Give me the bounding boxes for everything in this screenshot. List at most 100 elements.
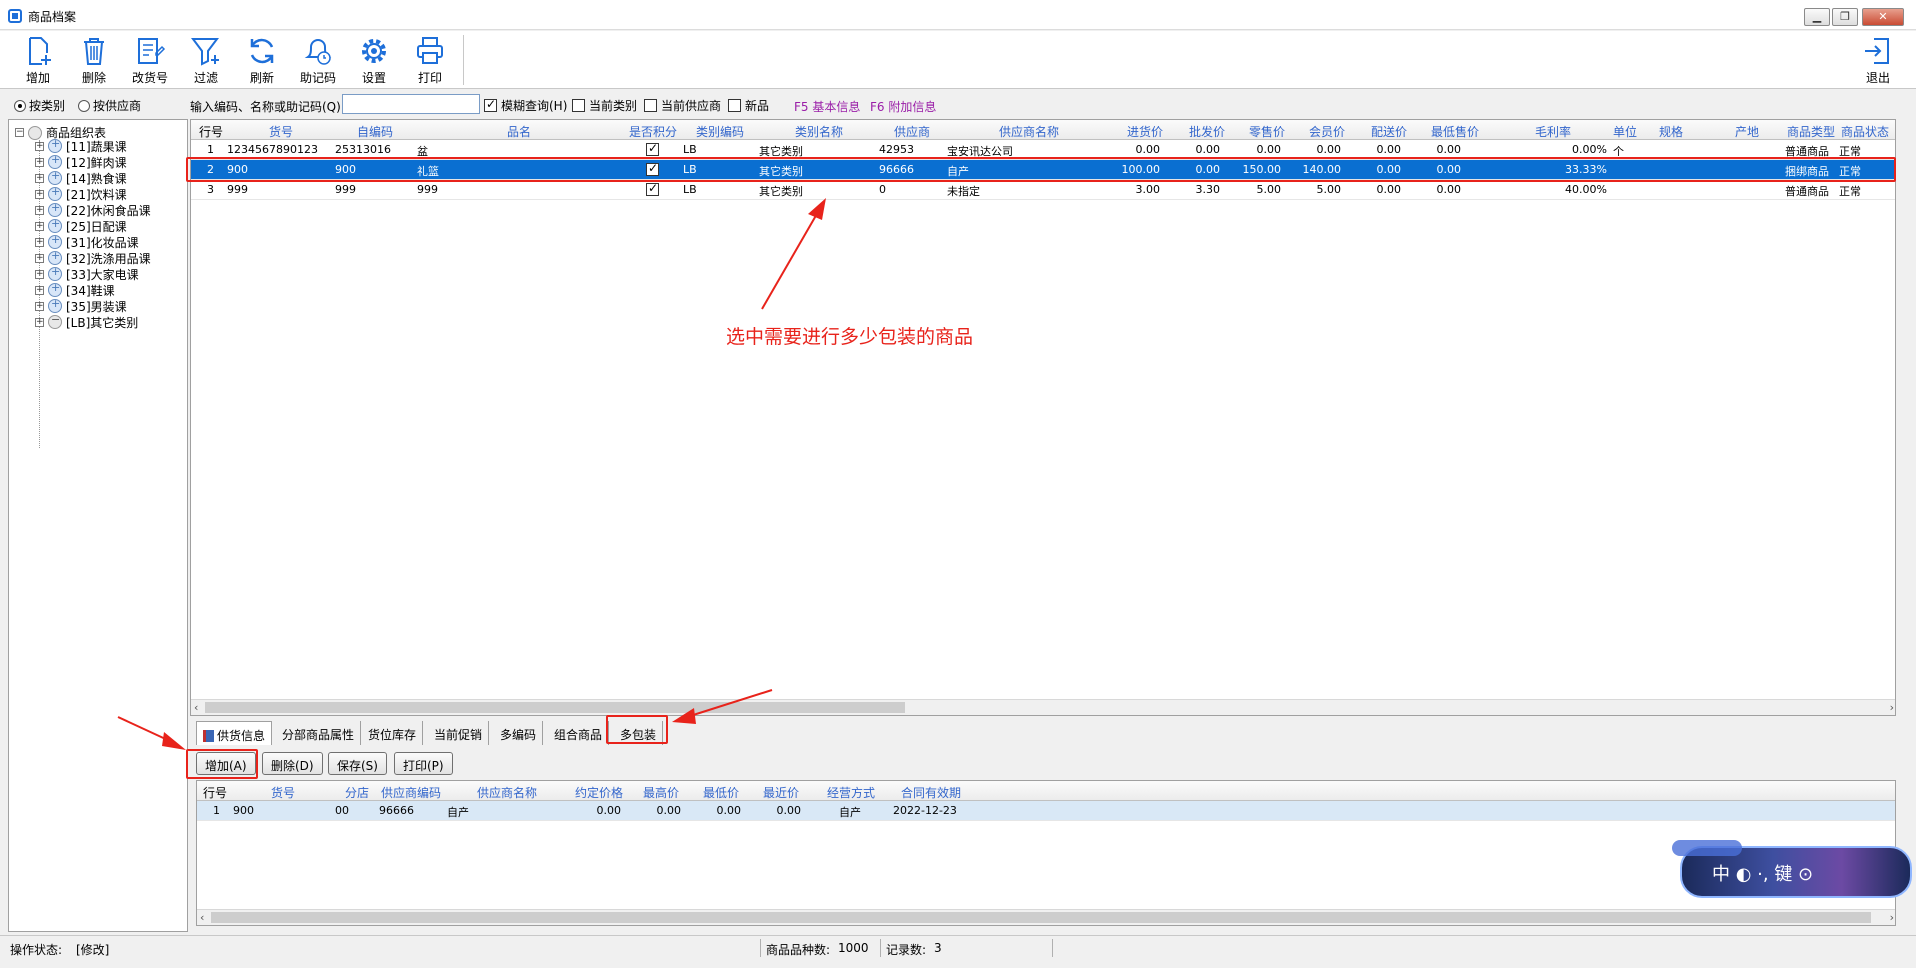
tree-item[interactable]: + [14]熟食课 bbox=[35, 169, 127, 186]
change-code-button[interactable]: 改货号 bbox=[124, 35, 176, 87]
col-header[interactable]: 行号 bbox=[199, 123, 223, 140]
col-header[interactable]: 货号 bbox=[271, 784, 295, 801]
tab-multi-code[interactable]: 多编码 bbox=[494, 721, 544, 745]
expand-icon[interactable]: + bbox=[35, 237, 44, 247]
col-header[interactable]: 批发价 bbox=[1189, 123, 1225, 140]
col-header[interactable]: 分店 bbox=[345, 784, 369, 801]
col-header[interactable]: 类别名称 bbox=[795, 123, 843, 140]
col-header[interactable]: 最低价 bbox=[703, 784, 739, 801]
col-header[interactable]: 配送价 bbox=[1371, 123, 1407, 140]
collapse-icon[interactable]: − bbox=[15, 128, 24, 137]
col-header[interactable]: 货号 bbox=[269, 123, 293, 140]
col-header[interactable]: 会员价 bbox=[1309, 123, 1345, 140]
expand-icon[interactable]: + bbox=[35, 285, 44, 295]
mnemonic-button[interactable]: 助记码 bbox=[292, 35, 344, 87]
current-supplier-checkbox[interactable]: 当前供应商 bbox=[644, 97, 721, 114]
filter-button[interactable]: 过滤 bbox=[180, 35, 232, 87]
maximize-button[interactable]: ❐ bbox=[1832, 8, 1858, 26]
tab-current-promotion[interactable]: 当前促销 bbox=[428, 721, 490, 745]
by-category-radio[interactable]: 按类别 bbox=[14, 97, 65, 114]
col-header[interactable]: 经营方式 bbox=[827, 784, 875, 801]
expand-icon[interactable]: + bbox=[35, 317, 44, 327]
by-supplier-radio[interactable]: 按供应商 bbox=[78, 97, 141, 114]
expand-icon[interactable]: + bbox=[35, 157, 44, 167]
f5-basic-info-link[interactable]: F5 基本信息 bbox=[794, 98, 860, 115]
col-header[interactable]: 约定价格 bbox=[575, 784, 623, 801]
scrollbar-thumb[interactable] bbox=[211, 912, 1871, 923]
expand-icon[interactable]: + bbox=[35, 253, 44, 263]
tree-item[interactable]: + [LB]其它类别 bbox=[35, 313, 138, 330]
tab-supply-info[interactable]: 供货信息 bbox=[196, 721, 273, 745]
tree-item[interactable]: + [22]休闲食品课 bbox=[35, 201, 151, 218]
expand-icon[interactable]: + bbox=[35, 189, 44, 199]
col-header[interactable]: 最高价 bbox=[643, 784, 679, 801]
col-header[interactable]: 供应商名称 bbox=[999, 123, 1059, 140]
col-header[interactable]: 毛利率 bbox=[1535, 123, 1571, 140]
detail-print-button[interactable]: 打印(P) bbox=[394, 752, 453, 775]
scroll-left-icon[interactable]: ‹ bbox=[200, 911, 204, 924]
tree-item[interactable]: + [21]饮料课 bbox=[35, 185, 127, 202]
col-header[interactable]: 规格 bbox=[1659, 123, 1683, 140]
current-category-checkbox[interactable]: 当前类别 bbox=[572, 97, 637, 114]
scroll-right-icon[interactable]: › bbox=[1890, 701, 1894, 714]
scroll-left-icon[interactable]: ‹ bbox=[194, 701, 198, 714]
scrollbar-thumb[interactable] bbox=[205, 702, 905, 713]
col-header[interactable]: 商品状态 bbox=[1841, 123, 1889, 140]
tree-item[interactable]: + [32]洗涤用品课 bbox=[35, 249, 151, 266]
scroll-right-icon[interactable]: › bbox=[1890, 911, 1894, 924]
col-header[interactable]: 最低售价 bbox=[1431, 123, 1479, 140]
tab-branch-attributes[interactable]: 分部商品属性 bbox=[276, 721, 362, 745]
tree-item[interactable]: + [33]大家电课 bbox=[35, 265, 139, 282]
refresh-button[interactable]: 刷新 bbox=[236, 35, 288, 87]
table-row[interactable]: 1 900 00 96666 自产 0.00 0.00 0.00 0.00 自产… bbox=[197, 801, 1895, 821]
col-header[interactable]: 零售价 bbox=[1249, 123, 1285, 140]
expand-icon[interactable]: + bbox=[35, 141, 44, 151]
print-button[interactable]: 打印 bbox=[404, 35, 456, 87]
tree-item[interactable]: + [35]男装课 bbox=[35, 297, 127, 314]
detail-save-button[interactable]: 保存(S) bbox=[328, 752, 387, 775]
tree-item[interactable]: + [25]日配课 bbox=[35, 217, 127, 234]
search-input[interactable] bbox=[342, 94, 480, 114]
col-header[interactable]: 供应商名称 bbox=[477, 784, 537, 801]
table-row[interactable]: 3 999 999 999 LB 其它类别 0 未指定 3.00 3.30 5.… bbox=[191, 180, 1895, 200]
grid-horizontal-scrollbar[interactable]: ‹ › bbox=[191, 699, 1895, 715]
settings-button[interactable]: 设置 bbox=[348, 35, 400, 87]
points-checkbox[interactable] bbox=[646, 181, 659, 196]
detail-delete-button[interactable]: 删除(D) bbox=[262, 752, 323, 775]
f6-extra-info-link[interactable]: F6 附加信息 bbox=[870, 98, 936, 115]
minimize-button[interactable]: ▁ bbox=[1804, 8, 1830, 26]
tree-item[interactable]: + [11]蔬果课 bbox=[35, 137, 127, 154]
col-header[interactable]: 单位 bbox=[1613, 123, 1637, 140]
subgrid-horizontal-scrollbar[interactable]: ‹ › bbox=[197, 909, 1895, 925]
col-header[interactable]: 类别编码 bbox=[696, 123, 744, 140]
col-header[interactable]: 供应商 bbox=[894, 123, 930, 140]
fuzzy-checkbox[interactable]: 模糊查询(H) bbox=[484, 97, 567, 114]
col-header[interactable]: 行号 bbox=[203, 784, 227, 801]
expand-icon[interactable]: + bbox=[35, 269, 44, 279]
tab-combo-products[interactable]: 组合商品 bbox=[548, 721, 610, 745]
close-button[interactable]: ✕ bbox=[1862, 8, 1904, 26]
col-header[interactable]: 进货价 bbox=[1127, 123, 1163, 140]
points-checkbox[interactable] bbox=[646, 141, 659, 156]
expand-icon[interactable]: + bbox=[35, 301, 44, 311]
exit-button[interactable]: 退出 bbox=[1852, 35, 1904, 87]
tree-item[interactable]: + [31]化妆品课 bbox=[35, 233, 139, 250]
col-header[interactable]: 品名 bbox=[507, 123, 531, 140]
ime-floating-widget[interactable]: 中 ◐ ·, 键 ⊙ bbox=[1672, 840, 1912, 898]
tree-item[interactable]: + [34]鞋课 bbox=[35, 281, 115, 298]
tree-item[interactable]: + [12]鲜肉课 bbox=[35, 153, 127, 170]
col-header[interactable]: 供应商编码 bbox=[381, 784, 441, 801]
expand-icon[interactable]: + bbox=[35, 221, 44, 231]
col-header[interactable]: 商品类型 bbox=[1787, 123, 1835, 140]
col-header[interactable]: 自编码 bbox=[357, 123, 393, 140]
col-header[interactable]: 最近价 bbox=[763, 784, 799, 801]
expand-icon[interactable]: + bbox=[35, 173, 44, 183]
tab-location-stock[interactable]: 货位库存 bbox=[362, 721, 424, 745]
delete-button[interactable]: 删除 bbox=[68, 35, 120, 87]
add-button[interactable]: 增加 bbox=[12, 35, 64, 87]
expand-icon[interactable]: + bbox=[35, 205, 44, 215]
col-header[interactable]: 合同有效期 bbox=[901, 784, 961, 801]
new-item-checkbox[interactable]: 新品 bbox=[728, 97, 769, 114]
col-header[interactable]: 产地 bbox=[1735, 123, 1759, 140]
col-header[interactable]: 是否积分 bbox=[629, 123, 677, 140]
